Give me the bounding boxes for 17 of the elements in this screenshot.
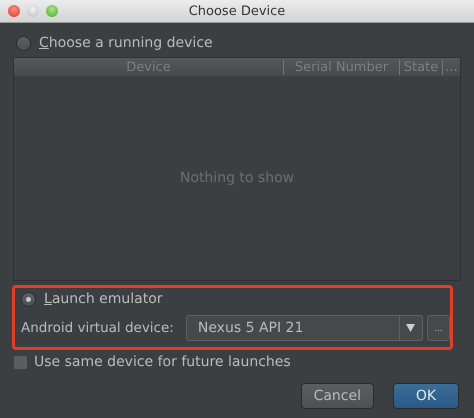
checkbox[interactable] bbox=[14, 356, 27, 368]
column-header[interactable]: ... bbox=[442, 60, 460, 74]
radio-button[interactable] bbox=[16, 36, 31, 50]
field-label: Android virtual device: bbox=[21, 320, 174, 336]
cancel-button[interactable]: Cancel bbox=[300, 383, 374, 409]
radio-label: Choose a running device bbox=[39, 35, 213, 51]
avd-dropdown[interactable]: Nexus 5 API 21 bbox=[186, 315, 423, 341]
more-button[interactable]: ... bbox=[426, 315, 450, 341]
zoom-icon[interactable] bbox=[46, 5, 58, 17]
minimize-icon[interactable] bbox=[27, 5, 39, 17]
radio-button[interactable] bbox=[21, 292, 36, 306]
dropdown-arrow-icon bbox=[406, 324, 416, 332]
checkbox-label: Use same device for future launches bbox=[34, 354, 291, 370]
radio-label: Launch emulator bbox=[44, 291, 163, 307]
ok-button[interactable]: OK bbox=[393, 383, 459, 409]
window-title: Choose Device bbox=[188, 4, 286, 18]
close-icon[interactable] bbox=[8, 5, 20, 17]
